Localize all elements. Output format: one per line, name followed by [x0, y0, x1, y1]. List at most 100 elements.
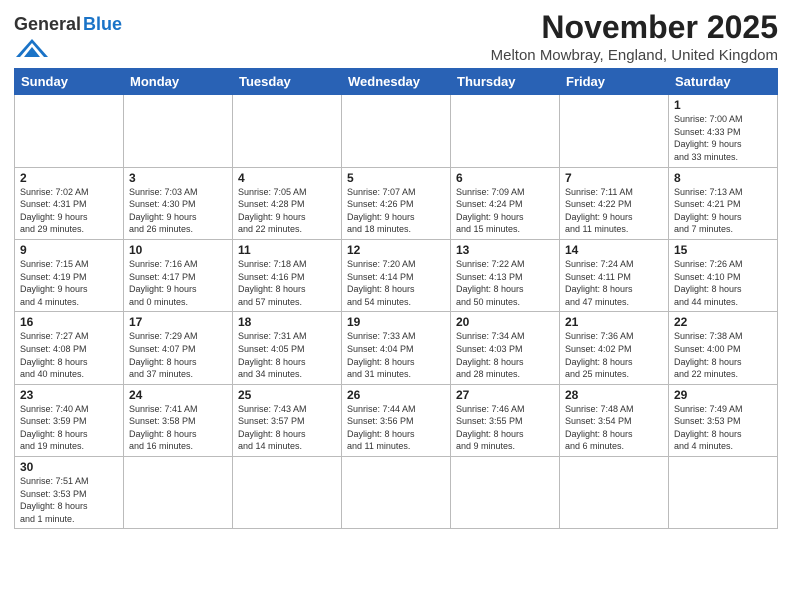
day-info: Sunrise: 7:26 AM Sunset: 4:10 PM Dayligh… [674, 258, 772, 308]
calendar-cell: 20Sunrise: 7:34 AM Sunset: 4:03 PM Dayli… [451, 312, 560, 384]
day-info: Sunrise: 7:34 AM Sunset: 4:03 PM Dayligh… [456, 330, 554, 380]
day-info: Sunrise: 7:05 AM Sunset: 4:28 PM Dayligh… [238, 186, 336, 236]
day-number: 30 [20, 460, 118, 474]
day-number: 17 [129, 315, 227, 329]
logo: General Blue [14, 14, 122, 59]
calendar-cell: 7Sunrise: 7:11 AM Sunset: 4:22 PM Daylig… [560, 167, 669, 239]
calendar-cell: 10Sunrise: 7:16 AM Sunset: 4:17 PM Dayli… [124, 239, 233, 311]
day-number: 21 [565, 315, 663, 329]
day-number: 11 [238, 243, 336, 257]
day-number: 7 [565, 171, 663, 185]
calendar-cell [560, 457, 669, 529]
calendar-cell: 22Sunrise: 7:38 AM Sunset: 4:00 PM Dayli… [669, 312, 778, 384]
calendar-cell: 19Sunrise: 7:33 AM Sunset: 4:04 PM Dayli… [342, 312, 451, 384]
day-number: 26 [347, 388, 445, 402]
day-header-tuesday: Tuesday [233, 69, 342, 95]
calendar-week-5: 23Sunrise: 7:40 AM Sunset: 3:59 PM Dayli… [15, 384, 778, 456]
day-info: Sunrise: 7:27 AM Sunset: 4:08 PM Dayligh… [20, 330, 118, 380]
calendar-cell: 14Sunrise: 7:24 AM Sunset: 4:11 PM Dayli… [560, 239, 669, 311]
calendar-cell: 23Sunrise: 7:40 AM Sunset: 3:59 PM Dayli… [15, 384, 124, 456]
calendar-cell [451, 457, 560, 529]
day-number: 23 [20, 388, 118, 402]
calendar-cell: 27Sunrise: 7:46 AM Sunset: 3:55 PM Dayli… [451, 384, 560, 456]
day-number: 22 [674, 315, 772, 329]
day-info: Sunrise: 7:40 AM Sunset: 3:59 PM Dayligh… [20, 403, 118, 453]
calendar-cell: 5Sunrise: 7:07 AM Sunset: 4:26 PM Daylig… [342, 167, 451, 239]
calendar-table: SundayMondayTuesdayWednesdayThursdayFrid… [14, 68, 778, 529]
day-info: Sunrise: 7:48 AM Sunset: 3:54 PM Dayligh… [565, 403, 663, 453]
calendar-cell: 11Sunrise: 7:18 AM Sunset: 4:16 PM Dayli… [233, 239, 342, 311]
day-number: 27 [456, 388, 554, 402]
day-number: 14 [565, 243, 663, 257]
calendar-week-1: 1Sunrise: 7:00 AM Sunset: 4:33 PM Daylig… [15, 95, 778, 167]
day-number: 8 [674, 171, 772, 185]
day-info: Sunrise: 7:24 AM Sunset: 4:11 PM Dayligh… [565, 258, 663, 308]
day-info: Sunrise: 7:20 AM Sunset: 4:14 PM Dayligh… [347, 258, 445, 308]
location-title: Melton Mowbray, England, United Kingdom [491, 47, 778, 64]
calendar-cell: 15Sunrise: 7:26 AM Sunset: 4:10 PM Dayli… [669, 239, 778, 311]
day-number: 4 [238, 171, 336, 185]
day-info: Sunrise: 7:07 AM Sunset: 4:26 PM Dayligh… [347, 186, 445, 236]
calendar-cell: 29Sunrise: 7:49 AM Sunset: 3:53 PM Dayli… [669, 384, 778, 456]
title-block: November 2025 Melton Mowbray, England, U… [491, 10, 778, 64]
day-info: Sunrise: 7:38 AM Sunset: 4:00 PM Dayligh… [674, 330, 772, 380]
calendar-cell: 24Sunrise: 7:41 AM Sunset: 3:58 PM Dayli… [124, 384, 233, 456]
calendar-cell: 1Sunrise: 7:00 AM Sunset: 4:33 PM Daylig… [669, 95, 778, 167]
calendar-cell: 25Sunrise: 7:43 AM Sunset: 3:57 PM Dayli… [233, 384, 342, 456]
calendar-week-3: 9Sunrise: 7:15 AM Sunset: 4:19 PM Daylig… [15, 239, 778, 311]
calendar-cell [669, 457, 778, 529]
calendar-cell: 13Sunrise: 7:22 AM Sunset: 4:13 PM Dayli… [451, 239, 560, 311]
calendar-cell: 2Sunrise: 7:02 AM Sunset: 4:31 PM Daylig… [15, 167, 124, 239]
day-info: Sunrise: 7:03 AM Sunset: 4:30 PM Dayligh… [129, 186, 227, 236]
calendar-week-6: 30Sunrise: 7:51 AM Sunset: 3:53 PM Dayli… [15, 457, 778, 529]
day-number: 3 [129, 171, 227, 185]
calendar-cell [233, 457, 342, 529]
calendar-cell: 18Sunrise: 7:31 AM Sunset: 4:05 PM Dayli… [233, 312, 342, 384]
month-title: November 2025 [491, 10, 778, 45]
day-info: Sunrise: 7:16 AM Sunset: 4:17 PM Dayligh… [129, 258, 227, 308]
header: General Blue November 2025 Melton Mowbra… [14, 10, 778, 64]
day-number: 19 [347, 315, 445, 329]
day-info: Sunrise: 7:22 AM Sunset: 4:13 PM Dayligh… [456, 258, 554, 308]
day-header-sunday: Sunday [15, 69, 124, 95]
calendar-cell [342, 457, 451, 529]
calendar-cell: 12Sunrise: 7:20 AM Sunset: 4:14 PM Dayli… [342, 239, 451, 311]
calendar-week-2: 2Sunrise: 7:02 AM Sunset: 4:31 PM Daylig… [15, 167, 778, 239]
logo-blue: Blue [83, 14, 122, 35]
day-number: 5 [347, 171, 445, 185]
calendar-cell [15, 95, 124, 167]
day-info: Sunrise: 7:09 AM Sunset: 4:24 PM Dayligh… [456, 186, 554, 236]
logo-triangle-icon [14, 37, 50, 59]
day-info: Sunrise: 7:36 AM Sunset: 4:02 PM Dayligh… [565, 330, 663, 380]
calendar-cell: 26Sunrise: 7:44 AM Sunset: 3:56 PM Dayli… [342, 384, 451, 456]
day-info: Sunrise: 7:29 AM Sunset: 4:07 PM Dayligh… [129, 330, 227, 380]
calendar-cell [124, 95, 233, 167]
calendar-cell: 9Sunrise: 7:15 AM Sunset: 4:19 PM Daylig… [15, 239, 124, 311]
calendar-cell: 21Sunrise: 7:36 AM Sunset: 4:02 PM Dayli… [560, 312, 669, 384]
day-info: Sunrise: 7:11 AM Sunset: 4:22 PM Dayligh… [565, 186, 663, 236]
calendar-cell [560, 95, 669, 167]
day-header-friday: Friday [560, 69, 669, 95]
day-info: Sunrise: 7:49 AM Sunset: 3:53 PM Dayligh… [674, 403, 772, 453]
calendar-cell: 4Sunrise: 7:05 AM Sunset: 4:28 PM Daylig… [233, 167, 342, 239]
day-number: 28 [565, 388, 663, 402]
day-number: 24 [129, 388, 227, 402]
day-info: Sunrise: 7:51 AM Sunset: 3:53 PM Dayligh… [20, 475, 118, 525]
calendar-cell: 3Sunrise: 7:03 AM Sunset: 4:30 PM Daylig… [124, 167, 233, 239]
day-info: Sunrise: 7:18 AM Sunset: 4:16 PM Dayligh… [238, 258, 336, 308]
calendar-cell [451, 95, 560, 167]
day-header-monday: Monday [124, 69, 233, 95]
day-number: 13 [456, 243, 554, 257]
calendar-header-row: SundayMondayTuesdayWednesdayThursdayFrid… [15, 69, 778, 95]
day-info: Sunrise: 7:43 AM Sunset: 3:57 PM Dayligh… [238, 403, 336, 453]
day-number: 9 [20, 243, 118, 257]
day-number: 16 [20, 315, 118, 329]
day-info: Sunrise: 7:13 AM Sunset: 4:21 PM Dayligh… [674, 186, 772, 236]
day-number: 1 [674, 98, 772, 112]
day-number: 6 [456, 171, 554, 185]
calendar-cell: 17Sunrise: 7:29 AM Sunset: 4:07 PM Dayli… [124, 312, 233, 384]
calendar-cell: 6Sunrise: 7:09 AM Sunset: 4:24 PM Daylig… [451, 167, 560, 239]
calendar-cell [124, 457, 233, 529]
day-number: 2 [20, 171, 118, 185]
calendar-week-4: 16Sunrise: 7:27 AM Sunset: 4:08 PM Dayli… [15, 312, 778, 384]
